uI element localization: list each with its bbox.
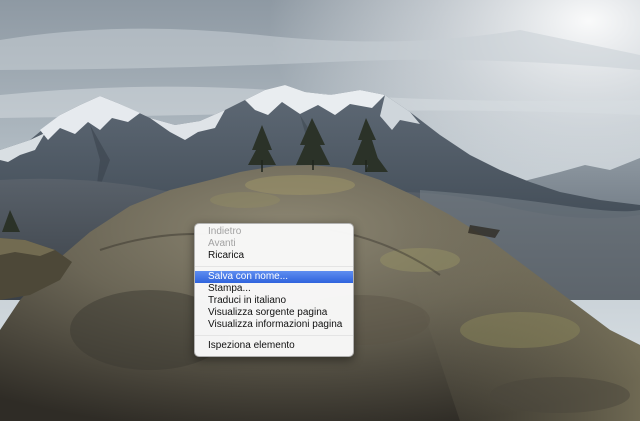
menu-item-back: Indietro (208, 226, 242, 237)
menu-item-print[interactable]: Stampa... (195, 283, 353, 295)
menu-item-forward: Avanti (208, 238, 236, 249)
menu-item-reload[interactable]: Ricarica (195, 250, 353, 262)
menu-item-view-source[interactable]: Visualizza sorgente pagina (195, 307, 353, 319)
menu-item-inspect-element[interactable]: Ispeziona elemento (195, 340, 353, 352)
menu-item-page-info[interactable]: Visualizza informazioni pagina (195, 319, 353, 331)
menu-separator-2 (195, 335, 353, 336)
context-menu: Indietro Avanti Ricarica Salva con nome... S… (194, 223, 354, 357)
menu-item-save-as[interactable]: Salva con nome... (195, 271, 353, 283)
desktop-background: Indietro Avanti Ricarica Salva con nome... S… (0, 0, 640, 421)
mountain-landscape-image (0, 0, 640, 421)
menu-item-translate[interactable]: Traduci in italiano (195, 295, 353, 307)
menu-separator-1 (195, 266, 353, 267)
